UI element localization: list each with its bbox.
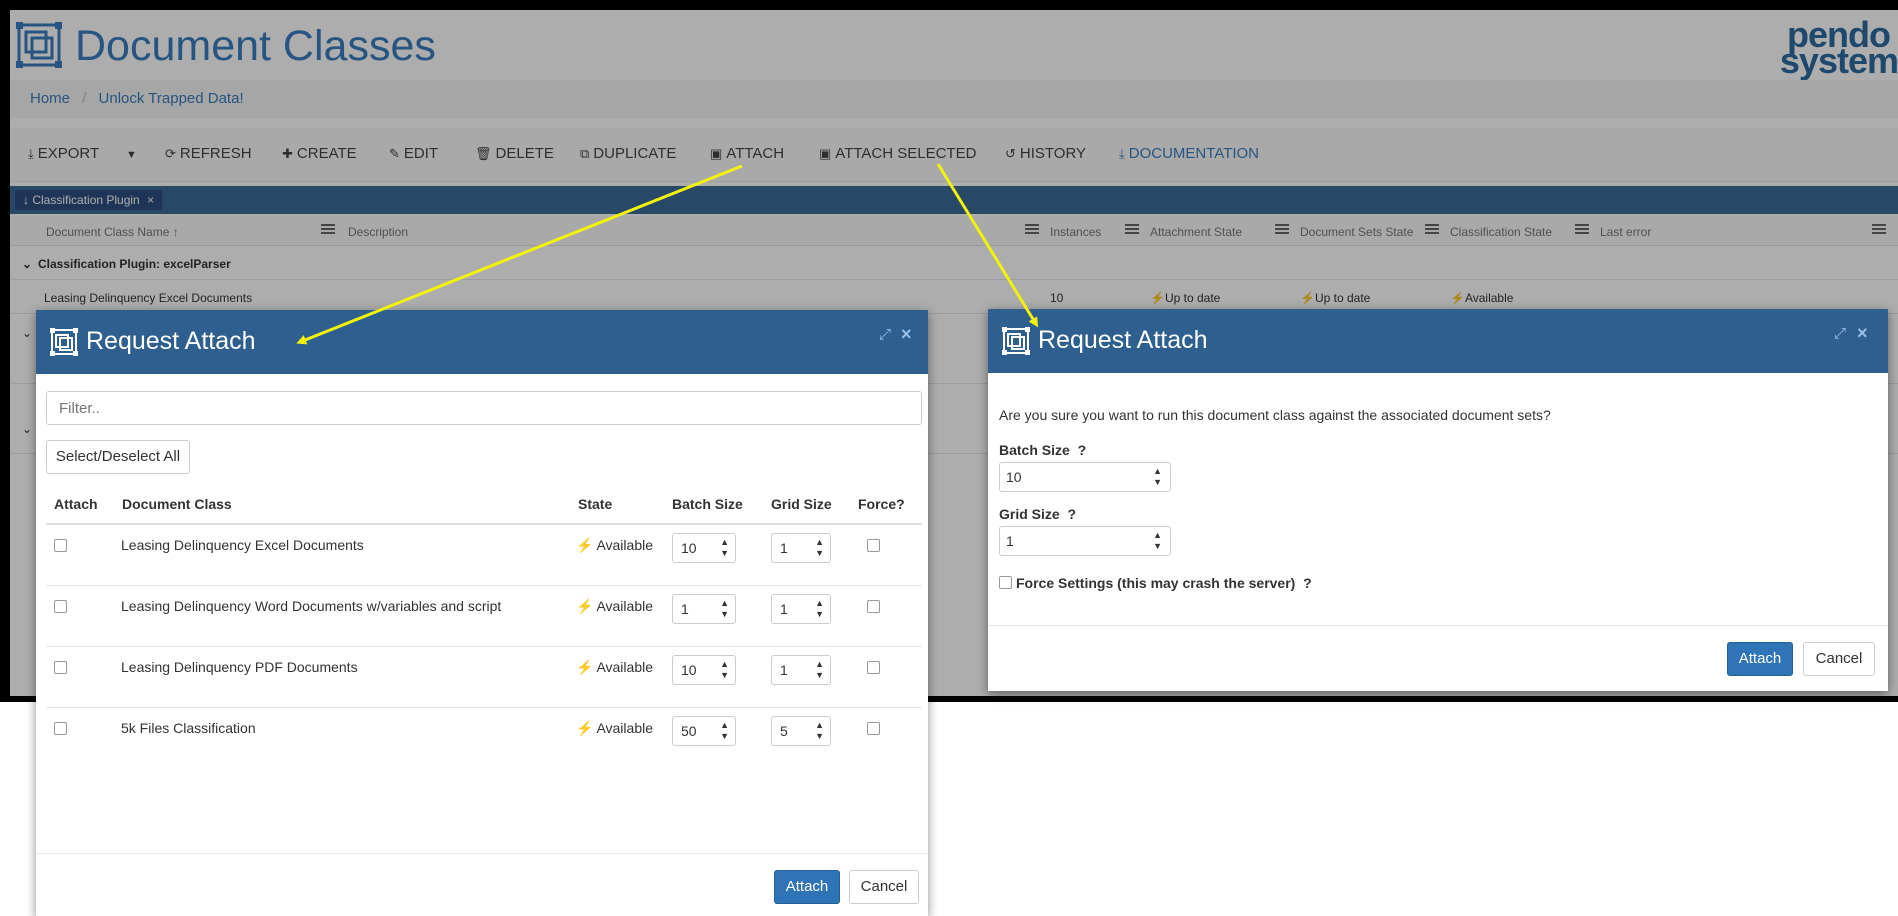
- grid-size-stepper[interactable]: 1 ▲ ▼: [771, 594, 831, 624]
- table-row: Leasing Delinquency PDF Documents ⚡ Avail…: [46, 647, 922, 708]
- col-header-batch-size: Batch Size: [672, 496, 743, 512]
- force-settings-checkbox[interactable]: [999, 576, 1012, 589]
- batch-size-stepper[interactable]: 50 ▲ ▼: [672, 716, 736, 746]
- attach-checkbox[interactable]: [54, 722, 67, 735]
- stepper-arrows-icon: ▲ ▼: [720, 720, 729, 741]
- force-settings-label: Force Settings (this may crash the serve…: [1016, 575, 1312, 591]
- batch-size-label: Batch Size ?: [999, 442, 1087, 458]
- state-value: ⚡ Available: [576, 537, 653, 553]
- dialog-header: Request Attach ⤢ ×: [988, 309, 1888, 373]
- dialog-title: Request Attach: [1038, 326, 1208, 354]
- attach-checkbox[interactable]: [54, 539, 67, 552]
- document-class-name: Leasing Delinquency Word Documents w/var…: [121, 598, 502, 614]
- attach-button[interactable]: Attach: [1727, 642, 1793, 676]
- stepper-arrows-icon: ▲ ▼: [1153, 466, 1162, 487]
- bolt-icon: ⚡: [576, 598, 594, 614]
- help-icon[interactable]: ?: [1078, 442, 1087, 458]
- request-attach-dialog-single: Request Attach ⤢ × Are you sure you want…: [988, 309, 1888, 691]
- batch-size-stepper[interactable]: 10 ▲ ▼: [672, 533, 736, 563]
- stepper-arrows-icon: ▲ ▼: [815, 720, 824, 741]
- attach-button[interactable]: Attach: [774, 870, 840, 904]
- state-value: ⚡ Available: [576, 659, 653, 675]
- table-row: 5k Files Classification ⚡ Available 50 ▲ ▼ …: [46, 708, 922, 769]
- bolt-icon: ⚡: [576, 720, 594, 736]
- col-header-grid-size: Grid Size: [771, 496, 832, 512]
- cancel-button[interactable]: Cancel: [849, 870, 919, 904]
- grid-size-label: Grid Size ?: [999, 506, 1077, 522]
- grid-size-stepper[interactable]: 1 ▲ ▼: [771, 655, 831, 685]
- help-icon[interactable]: ?: [1067, 506, 1076, 522]
- table-row: Leasing Delinquency Word Documents w/var…: [46, 586, 922, 647]
- attach-checkbox[interactable]: [54, 661, 67, 674]
- close-icon[interactable]: ×: [901, 324, 912, 345]
- stepper-arrows-icon: ▲ ▼: [1153, 530, 1162, 551]
- stepper-arrows-icon: ▲ ▼: [720, 659, 729, 680]
- force-checkbox[interactable]: [867, 600, 880, 613]
- help-icon[interactable]: ?: [1303, 575, 1312, 591]
- select-deselect-all-button[interactable]: Select/Deselect All: [46, 440, 190, 474]
- col-header-state: State: [578, 496, 613, 512]
- cancel-button[interactable]: Cancel: [1803, 642, 1875, 676]
- col-header-attach: Attach: [54, 496, 98, 512]
- attach-checkbox[interactable]: [54, 600, 67, 613]
- batch-size-stepper[interactable]: 1 ▲ ▼: [672, 594, 736, 624]
- bolt-icon: ⚡: [576, 659, 594, 675]
- dialog-title: Request Attach: [86, 327, 256, 355]
- col-header-force: Force?: [858, 496, 905, 512]
- state-value: ⚡ Available: [576, 720, 653, 736]
- grid-size-stepper[interactable]: 1 ▲ ▼: [771, 533, 831, 563]
- stepper-arrows-icon: ▲ ▼: [720, 598, 729, 619]
- document-class-name: Leasing Delinquency PDF Documents: [121, 659, 358, 675]
- stepper-arrows-icon: ▲ ▼: [720, 537, 729, 558]
- document-class-name: Leasing Delinquency Excel Documents: [121, 537, 364, 553]
- batch-size-stepper[interactable]: 10 ▲ ▼: [672, 655, 736, 685]
- batch-size-stepper[interactable]: 10 ▲ ▼: [999, 462, 1171, 492]
- attach-icon: [1002, 327, 1030, 355]
- force-checkbox[interactable]: [867, 661, 880, 674]
- dialog-footer-divider: [36, 853, 928, 854]
- dialog-footer-divider: [988, 625, 1888, 626]
- screenshot-stage: Document Classes pendo system Home / Unl…: [0, 0, 1898, 916]
- state-value: ⚡ Available: [576, 598, 653, 614]
- expand-icon[interactable]: ⤢: [1834, 325, 1846, 342]
- stepper-arrows-icon: ▲ ▼: [815, 537, 824, 558]
- force-checkbox[interactable]: [867, 722, 880, 735]
- grid-size-stepper[interactable]: 5 ▲ ▼: [771, 716, 831, 746]
- document-class-name: 5k Files Classification: [121, 720, 256, 736]
- confirm-message: Are you sure you want to run this docume…: [999, 407, 1551, 423]
- close-icon[interactable]: ×: [1857, 323, 1868, 344]
- bolt-icon: ⚡: [576, 537, 594, 553]
- grid-size-stepper[interactable]: 1 ▲ ▼: [999, 526, 1171, 556]
- table-row: Leasing Delinquency Excel Documents ⚡ Ava…: [46, 525, 922, 586]
- attach-icon: [50, 328, 78, 356]
- filter-input[interactable]: [46, 391, 922, 425]
- force-checkbox[interactable]: [867, 539, 880, 552]
- col-header-document-class: Document Class: [122, 496, 232, 512]
- request-attach-dialog-multi: Request Attach ⤢ × Select/Deselect All A…: [36, 310, 928, 916]
- dialog-header: Request Attach ⤢ ×: [36, 310, 928, 374]
- expand-icon[interactable]: ⤢: [879, 326, 891, 343]
- stepper-arrows-icon: ▲ ▼: [815, 659, 824, 680]
- stepper-arrows-icon: ▲ ▼: [815, 598, 824, 619]
